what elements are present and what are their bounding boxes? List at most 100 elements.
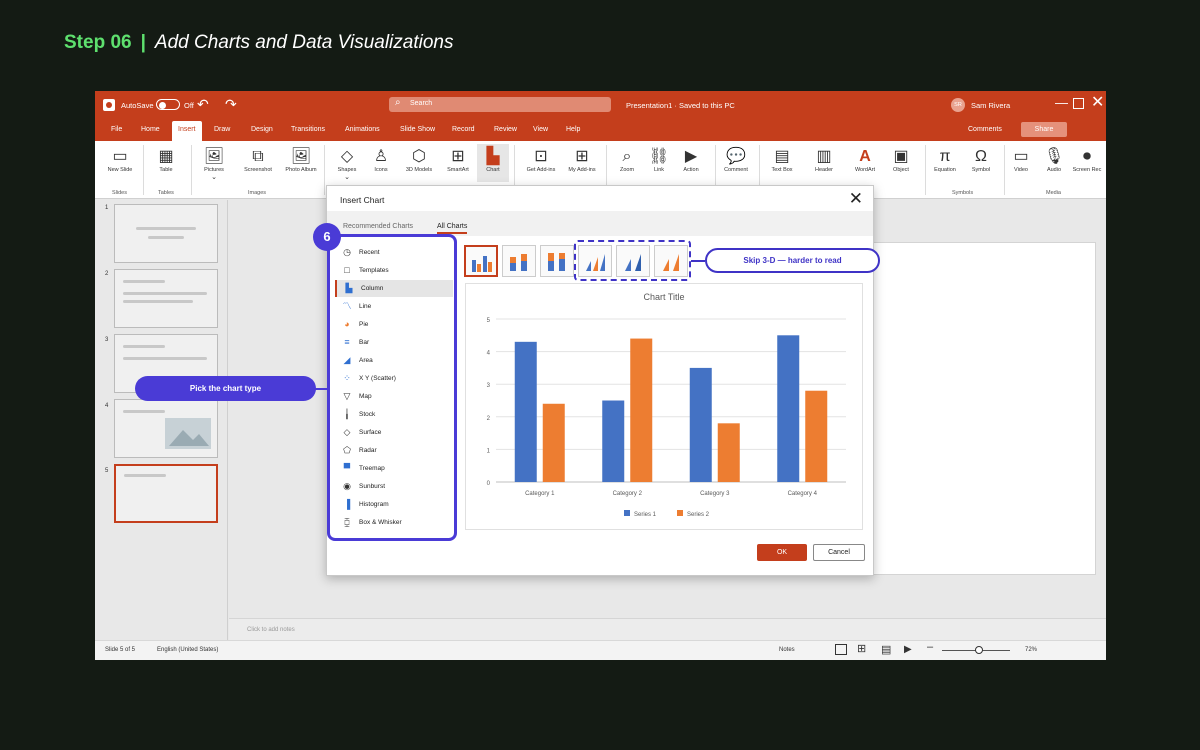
table-button[interactable]: ▦ Table [144,147,188,173]
redo-icon[interactable]: ↷ [225,96,237,113]
tab-view[interactable]: View [533,119,548,141]
undo-icon[interactable]: ↶ [197,96,209,113]
link-label: Link [653,167,665,173]
group-label-tables: Tables [158,190,174,196]
share-button[interactable]: Share [1021,122,1067,137]
table-label: Table [159,167,173,173]
chart-icon: ▙ [486,148,500,165]
tab-design[interactable]: Design [251,119,273,141]
zoom-level[interactable]: 72% [1025,647,1037,653]
pictures-button[interactable]: 🖼 Pictures ⌄ [192,147,236,181]
status-bar: Slide 5 of 5 English (United States) Not… [95,640,1106,660]
thumb-title-bar [136,227,196,230]
get-addins-button[interactable]: ⊡ Get Add-ins [519,147,563,173]
step-badge: 6 [313,223,341,251]
header-icon: ▥ [816,148,832,165]
table-icon: ▦ [158,148,174,165]
tab-help[interactable]: Help [566,119,580,141]
symbol-button[interactable]: Ω Symbol [959,147,1003,173]
header-button[interactable]: ▥ Header [802,147,846,173]
subtype-clustered-column[interactable] [464,245,498,277]
object-icon: ▣ [893,148,909,165]
normal-view-icon[interactable] [835,644,847,655]
screenshot-icon: ⧉ [252,148,264,165]
symbol-icon: Ω [975,148,987,165]
audio-label: Audio [1046,167,1062,173]
maximize-icon[interactable] [1073,98,1084,109]
autosave-toggle[interactable] [156,99,180,110]
zoom-slider-handle[interactable] [975,646,983,654]
new-slide-button[interactable]: ▭ New Slide [98,147,142,173]
3d-models-label: 3D Models [405,167,433,173]
y-tick-label: 0 [487,481,491,487]
notes-placeholder: Click to add notes [247,627,295,633]
slide-thumbnail-2[interactable] [114,269,218,328]
comments-button[interactable]: Comments [968,119,1002,141]
slide-number: 1 [105,205,109,211]
heading-separator: | [140,32,146,53]
text-box-button[interactable]: ▤ Text Box [760,147,804,173]
legend-label: Series 1 [634,512,657,518]
subtype-100-stacked-column[interactable] [540,245,574,277]
smartart-button[interactable]: ⊞ SmartArt [436,147,480,173]
my-addins-label: My Add-ins [568,167,596,173]
slide-sorter-icon[interactable]: ⊞ [857,642,866,655]
zoom-out-icon[interactable]: – [927,641,933,653]
slide-thumbnail-4[interactable] [114,399,218,458]
x-tick-label: Category 1 [525,491,555,497]
tab-slide-show[interactable]: Slide Show [400,119,435,141]
ok-button[interactable]: OK [757,544,807,561]
subtype-stacked-column[interactable] [502,245,536,277]
tab-review[interactable]: Review [494,119,517,141]
avatar[interactable]: SR [951,98,965,112]
legend-swatch [677,510,683,516]
slideshow-icon[interactable]: ▶ [904,644,912,655]
photo-album-label: Photo Album [285,167,317,173]
user-name[interactable]: Sam Rivera [971,101,1010,110]
tab-insert[interactable]: Insert [172,121,202,141]
3d-models-button[interactable]: ⬡ 3D Models [397,147,441,173]
notes-pane[interactable]: Click to add notes [229,618,1106,640]
my-addins-button[interactable]: ⊞ My Add-ins [560,147,604,173]
screen-rec-button[interactable]: ⏺ Screen Rec [1065,147,1106,173]
bar-2-1 [542,403,565,482]
tab-animations[interactable]: Animations [345,119,380,141]
tab-draw[interactable]: Draw [214,119,230,141]
minimize-icon[interactable]: — [1055,95,1068,110]
action-icon: ▶ [684,148,698,165]
category-highlight-box [327,234,457,541]
photo-album-button[interactable]: 🖼 Photo Album [279,147,323,173]
tab-file[interactable]: File [111,119,122,141]
slide-thumbnail-5[interactable] [114,464,218,523]
zoom-label: Zoom [619,167,635,173]
smartart-label: SmartArt [447,167,469,173]
action-button[interactable]: ▶ Action [669,147,713,173]
notes-toggle[interactable]: Notes [779,647,795,653]
callout-skip-3d: Skip 3-D — harder to read [705,248,880,273]
tab-all-charts[interactable]: All Charts [437,223,468,234]
tab-recommended-charts[interactable]: Recommended Charts [343,223,413,230]
slide-thumbnail-1[interactable] [114,204,218,263]
close-icon[interactable]: ✕ [1091,92,1104,112]
reading-view-icon[interactable]: ▤ [881,643,891,656]
group-label-symbols: Symbols [952,190,974,196]
language-status[interactable]: English (United States) [157,647,218,653]
text-box-icon: ▤ [774,148,790,165]
mountain-icon [169,430,209,446]
cancel-button[interactable]: Cancel [813,544,865,561]
y-tick-label: 5 [487,318,491,324]
x-tick-label: Category 3 [700,491,730,497]
step-label: Step 06 [64,32,132,53]
tab-record[interactable]: Record [452,119,475,141]
tab-home[interactable]: Home [141,119,160,141]
search-box[interactable]: ⌕ Search [389,97,611,112]
screen-rec-icon: ⏺ [1082,148,1091,165]
chart-button[interactable]: ▙ Chart [477,144,509,182]
object-button[interactable]: ▣ Object [879,147,923,173]
comment-button[interactable]: 💬 Comment [714,147,758,173]
3d-models-icon: ⬡ [412,148,426,165]
screenshot-button[interactable]: ⧉ Screenshot [236,147,280,173]
callout-pick-type: Pick the chart type [135,376,316,401]
tab-transitions[interactable]: Transitions [291,119,325,141]
close-icon[interactable]: ✕ [849,189,863,209]
